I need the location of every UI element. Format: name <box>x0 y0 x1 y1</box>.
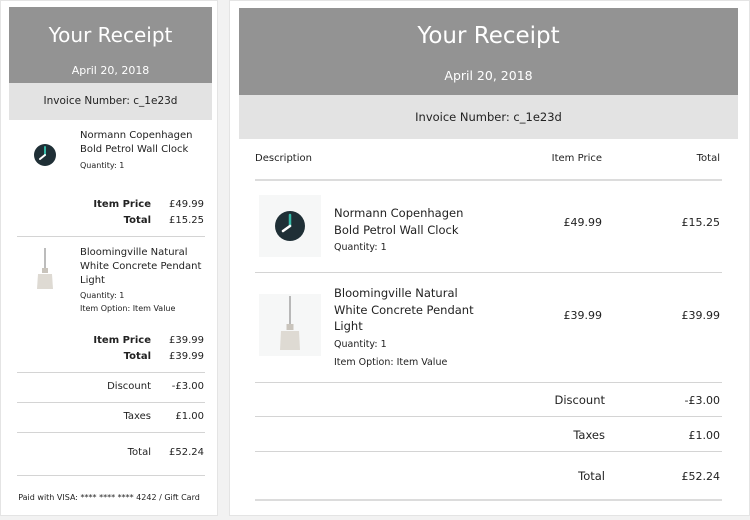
mobile-receipt: Your Receipt April 20, 2018 Invoice Numb… <box>0 0 218 516</box>
item-price-value: £49.99 <box>563 216 603 229</box>
header-divider <box>255 179 722 181</box>
wall-clock-icon <box>259 195 321 257</box>
item-total-value: £15.25 <box>681 216 721 229</box>
item-quantity: Quantity: 1 <box>80 291 125 300</box>
receipt-header: Your Receipt April 20, 2018 <box>239 8 738 95</box>
item-price-label: Item Price <box>93 335 151 346</box>
item-option: Item Option: Item Value <box>334 357 448 368</box>
taxes-value: £1.00 <box>688 429 721 442</box>
divider <box>255 272 722 273</box>
divider <box>17 402 205 403</box>
grand-total-value: £52.24 <box>169 447 204 458</box>
discount-label: Discount <box>554 393 606 407</box>
item-total-value: £39.99 <box>681 309 721 322</box>
item-price-value: £39.99 <box>563 309 603 322</box>
divider <box>17 236 205 237</box>
taxes-value: £1.00 <box>175 411 204 422</box>
item-total-value: £39.99 <box>169 351 204 362</box>
item-quantity: Quantity: 1 <box>334 242 387 253</box>
item-total-label: Total <box>123 351 151 362</box>
pendant-light-icon <box>21 246 69 294</box>
divider <box>17 475 205 476</box>
item-price-value: £49.99 <box>169 199 204 210</box>
receipt-header: Your Receipt April 20, 2018 <box>9 7 212 83</box>
invoice-number: Invoice Number: c_1e23d <box>239 95 738 139</box>
receipt-date: April 20, 2018 <box>444 68 533 83</box>
item-name: Bloomingville Natural White Concrete Pen… <box>80 247 202 286</box>
item-option: Item Option: Item Value <box>80 304 176 313</box>
item-total-value: £15.25 <box>169 215 204 226</box>
pendant-light-icon <box>259 294 321 356</box>
grand-total-label: Total <box>578 469 605 483</box>
divider <box>17 372 205 373</box>
item-name: Normann Copenhagen Bold Petrol Wall Cloc… <box>80 130 193 155</box>
discount-value: -£3.00 <box>684 394 720 407</box>
column-total: Total <box>696 153 720 164</box>
desktop-receipt: Your Receipt April 20, 2018 Invoice Numb… <box>229 0 750 516</box>
item-price-value: £39.99 <box>169 335 204 346</box>
item-quantity: Quantity: 1 <box>334 339 387 350</box>
taxes-label: Taxes <box>123 411 151 422</box>
divider <box>255 451 722 452</box>
grand-total-value: £52.24 <box>681 470 721 483</box>
divider <box>255 382 722 383</box>
receipt-title: Your Receipt <box>417 23 560 49</box>
divider <box>17 432 205 433</box>
discount-label: Discount <box>107 381 151 392</box>
discount-value: -£3.00 <box>171 381 204 392</box>
wall-clock-icon <box>21 131 69 179</box>
receipt-date: April 20, 2018 <box>71 64 150 77</box>
column-item-price: Item Price <box>551 153 602 164</box>
item-quantity: Quantity: 1 <box>80 161 125 170</box>
invoice-number: Invoice Number: c_1e23d <box>9 83 212 120</box>
item-price-label: Item Price <box>93 199 151 210</box>
grand-total-label: Total <box>127 447 151 458</box>
item-name: Bloomingville Natural White Concrete Pen… <box>334 286 474 333</box>
item-name: Normann Copenhagen Bold Petrol Wall Cloc… <box>334 206 464 237</box>
divider <box>255 416 722 417</box>
payment-method: Paid with VISA: **** **** **** 4242 / Gi… <box>18 493 200 502</box>
column-description: Description <box>255 153 312 164</box>
divider <box>255 499 722 501</box>
item-total-label: Total <box>123 215 151 226</box>
taxes-label: Taxes <box>573 428 605 442</box>
receipt-title: Your Receipt <box>48 23 173 47</box>
